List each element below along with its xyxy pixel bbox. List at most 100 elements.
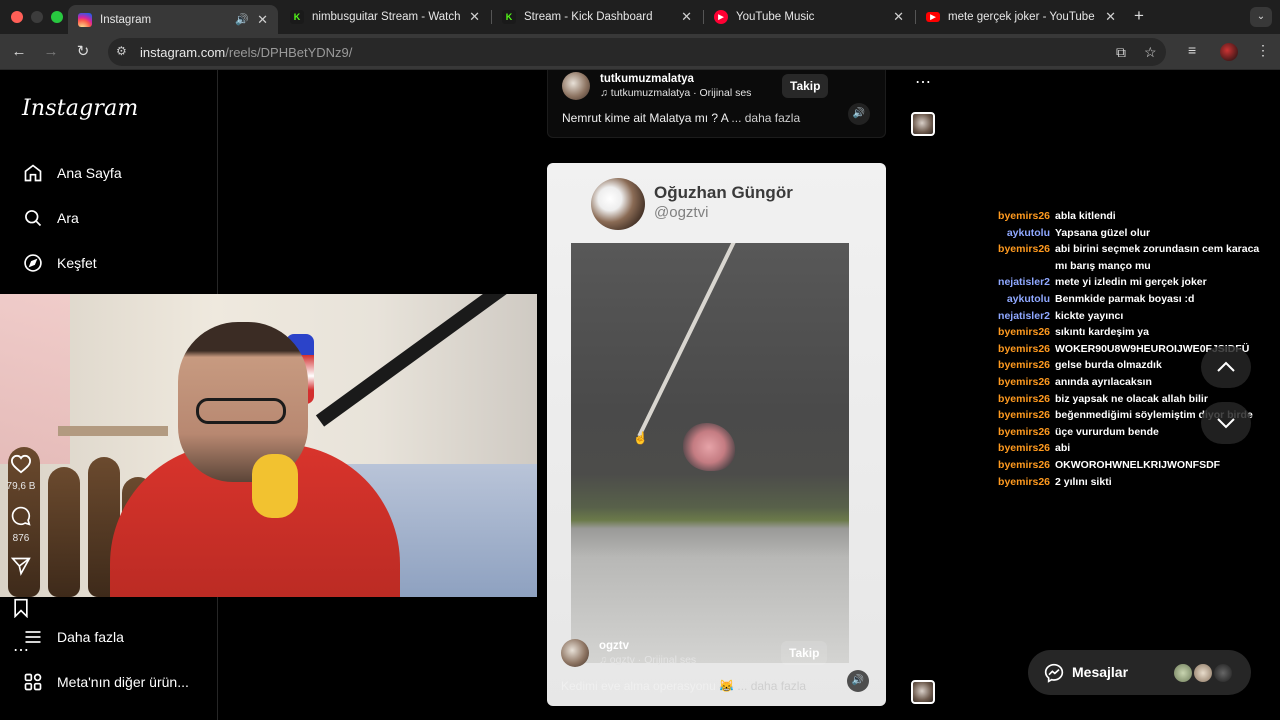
- more-menu-icon[interactable]: ⋮: [1256, 42, 1270, 59]
- tab-search-chevron-icon[interactable]: ⌄: [1250, 7, 1272, 27]
- avatar: [1192, 662, 1214, 684]
- reel-video[interactable]: ☝: [571, 243, 849, 663]
- previous-reel-button[interactable]: [1201, 346, 1251, 388]
- more-options-icon[interactable]: ⋯: [0, 640, 42, 660]
- sidebar-item-label: Ana Sayfa: [57, 165, 122, 181]
- youtube-music-favicon-icon: ▶: [714, 10, 728, 24]
- site-settings-icon[interactable]: ⚙: [116, 44, 127, 58]
- back-arrow-icon[interactable]: ←: [9, 42, 29, 62]
- audio-thumbnail[interactable]: [911, 680, 935, 704]
- reload-icon[interactable]: ↻: [73, 42, 93, 62]
- username[interactable]: tutkumuzmalatya: [600, 73, 751, 85]
- chat-message-text: Benmkide parmak boyası :d: [1055, 292, 1195, 305]
- chat-message: aykutolu Yapsana güzel olur: [998, 225, 1273, 242]
- tab-title: mete gerçek joker - YouTube: [948, 11, 1095, 23]
- youtube-favicon-icon: ▶: [926, 12, 940, 22]
- webcam-curtain: [0, 294, 70, 464]
- tab-title: YouTube Music: [736, 11, 815, 23]
- prev-more-options-icon[interactable]: ⋯: [902, 72, 944, 92]
- speaker-icon[interactable]: 🔊: [235, 13, 249, 26]
- messages-button[interactable]: Mesajlar: [1028, 650, 1251, 695]
- bookmark-star-icon[interactable]: ☆: [1144, 44, 1157, 61]
- audio-label[interactable]: ♫ tutkumuzmalatya · Orijinal ses: [600, 87, 751, 99]
- current-reel[interactable]: Oğuzhan Güngör @ogztvi ☝ ogztv ♫ ogztv ·…: [547, 163, 886, 706]
- comment-count: 876: [12, 533, 30, 544]
- close-tab-icon[interactable]: ✕: [1105, 9, 1116, 25]
- volume-icon[interactable]: 🔊: [848, 103, 870, 125]
- like-button[interactable]: 79,6 B: [0, 454, 42, 492]
- close-tab-icon[interactable]: ✕: [257, 12, 268, 28]
- tab-nimbusguitar[interactable]: K nimbusguitar Stream - Watch ✕: [280, 5, 490, 29]
- mouse-cursor-icon: ☝: [633, 431, 648, 445]
- comment-button[interactable]: 876: [0, 506, 42, 544]
- tab-instagram[interactable]: Instagram 🔊 ✕: [68, 5, 278, 34]
- more-link[interactable]: ... daha fazla: [731, 111, 800, 125]
- more-link[interactable]: ... daha fazla: [737, 679, 806, 693]
- previous-reel[interactable]: tutkumuzmalatya ♫ tutkumuzmalatya · Orij…: [547, 70, 886, 138]
- chat-message: byemirs26 OKWOROHWNELKRIJWONFSDF: [998, 457, 1273, 474]
- address-bar[interactable]: ⚙ instagram.com/reels/DPHBetYDNz9/ ⧉ ☆: [108, 38, 1166, 66]
- close-tab-icon[interactable]: ✕: [681, 9, 692, 25]
- instagram-favicon-icon: [78, 12, 92, 27]
- new-tab-button[interactable]: +: [1129, 6, 1149, 26]
- chat-username: byemirs26: [998, 326, 1050, 339]
- chat-message: byemirs26 abla kitlendi: [998, 208, 1273, 225]
- close-window-button[interactable]: [11, 11, 23, 23]
- bookmark-icon: [14, 598, 28, 619]
- tweet-avatar: [591, 178, 645, 230]
- profile-avatar[interactable]: [1220, 43, 1238, 61]
- tab-kick-dashboard[interactable]: K Stream - Kick Dashboard ✕: [492, 5, 702, 29]
- install-app-icon[interactable]: ⧉: [1116, 44, 1126, 61]
- avatar: [1172, 662, 1194, 684]
- audio-text: ogztv · Orijinal ses: [609, 654, 697, 666]
- sidebar-item-meta-apps[interactable]: Meta'nın diğer ürün...: [22, 670, 189, 694]
- reel-user[interactable]: ogztv ♫ ogztv · Orijinal ses: [561, 639, 696, 667]
- follow-button[interactable]: Takip: [781, 641, 828, 665]
- chat-message-text: mete yi izledin mi gerçek joker: [1055, 276, 1207, 289]
- chat-message: nejatisler2 kickte yayıncı: [998, 308, 1273, 325]
- streamer-glasses: [196, 398, 286, 424]
- prev-reel-user[interactable]: tutkumuzmalatya ♫ tutkumuzmalatya · Orij…: [562, 72, 751, 100]
- share-button[interactable]: [0, 556, 42, 581]
- instagram-logo[interactable]: Instagram: [22, 96, 138, 121]
- sidebar-item-home[interactable]: Ana Sayfa: [22, 161, 122, 185]
- username[interactable]: ogztv: [599, 640, 696, 652]
- forward-arrow-icon[interactable]: →: [41, 42, 61, 62]
- chat-message-text: abi birini seçmek zorundasın cem karaca …: [1055, 243, 1260, 272]
- next-reel-button[interactable]: [1201, 402, 1251, 444]
- chat-username: aykutolu: [1006, 292, 1050, 305]
- chat-username: nejatisler2: [998, 309, 1050, 322]
- apps-icon: [22, 671, 44, 693]
- tab-youtube[interactable]: ▶ mete gerçek joker - YouTube ✕: [916, 5, 1126, 29]
- chat-username: byemirs26: [998, 342, 1050, 355]
- close-tab-icon[interactable]: ✕: [893, 9, 904, 25]
- tab-youtube-music[interactable]: ▶ YouTube Music ✕: [704, 5, 914, 29]
- home-icon: [22, 162, 44, 184]
- chat-message-text: Yapsana güzel olur: [1055, 226, 1151, 239]
- avatar[interactable]: [561, 639, 589, 667]
- follow-button[interactable]: Takip: [782, 74, 829, 98]
- sidebar-item-explore[interactable]: Keşfet: [22, 251, 97, 275]
- save-button[interactable]: [0, 598, 42, 623]
- audio-label[interactable]: ♫ ogztv · Orijinal ses: [599, 654, 696, 666]
- volume-icon[interactable]: 🔊: [847, 670, 869, 692]
- reel-caption[interactable]: Nemrut kime ait Malatya mı ? A ... daha …: [562, 111, 800, 125]
- avatar[interactable]: [562, 72, 590, 100]
- maximize-window-button[interactable]: [51, 11, 63, 23]
- chat-message: byemirs26 abi birini seçmek zorundasın ce…: [998, 241, 1273, 274]
- chat-username: byemirs26: [998, 243, 1050, 256]
- chat-username: byemirs26: [998, 425, 1050, 438]
- chat-message-text: kickte yayıncı: [1055, 309, 1124, 322]
- messenger-icon: [1044, 663, 1064, 683]
- sidebar-item-search[interactable]: Ara: [22, 206, 79, 230]
- prev-audio-thumbnail[interactable]: [911, 112, 935, 136]
- webcam-guitar: [48, 467, 80, 597]
- close-tab-icon[interactable]: ✕: [469, 9, 480, 25]
- minimize-window-button[interactable]: [31, 11, 43, 23]
- url-path: /reels/DPHBetYDNz9/: [225, 45, 353, 60]
- reel-caption[interactable]: Kedimi eve alma operasyonu 😹 ... daha fa…: [561, 679, 806, 693]
- tab-title: nimbusguitar Stream - Watch: [312, 11, 461, 23]
- browser-tab-bar: Instagram 🔊 ✕ K nimbusguitar Stream - Wa…: [0, 0, 1280, 34]
- chat-message-text: anında ayrılacaksın: [1055, 375, 1152, 388]
- media-controls-icon[interactable]: ≡: [1188, 42, 1196, 58]
